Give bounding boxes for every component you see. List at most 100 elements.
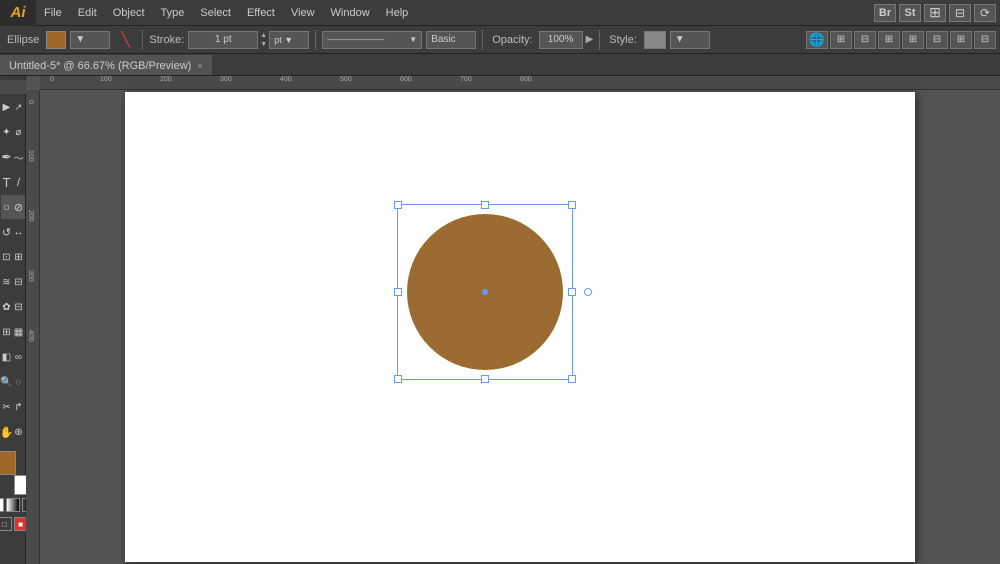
shape-builder-tool[interactable]: ✿	[1, 295, 13, 319]
stroke-label: Stroke:	[149, 34, 184, 46]
handle-middle-right[interactable]	[568, 288, 576, 296]
align-center-h-icon[interactable]: ⊟	[854, 31, 876, 49]
artboard	[125, 92, 915, 562]
main-area: ▶ ↗ ✦ ⌀ ✒ 〜 T / ○ ⊘ ↺ ↔ ⊡	[0, 76, 1000, 564]
zoom-tool[interactable]: ⊕	[13, 420, 25, 444]
stock-icon[interactable]: St	[899, 4, 921, 22]
tool-group-eyedropper: 🔍 ◌	[1, 370, 25, 394]
arrange-icon[interactable]: ⊟	[949, 4, 971, 22]
sep1	[142, 30, 143, 50]
canvas-background	[40, 90, 1000, 564]
document-tab[interactable]: Untitled-5* @ 66.67% (RGB/Preview) ×	[0, 55, 212, 75]
left-toolbar: ▶ ↗ ✦ ⌀ ✒ 〜 T / ○ ⊘ ↺ ↔ ⊡	[0, 76, 26, 564]
handle-bottom-center[interactable]	[481, 375, 489, 383]
type-tool[interactable]: T	[1, 170, 13, 194]
foreground-color-swatch[interactable]	[0, 451, 16, 475]
menu-type[interactable]: Type	[153, 0, 193, 25]
direct-selection-tool[interactable]: ↗	[13, 95, 25, 119]
scale-tool[interactable]: ⊡	[1, 245, 13, 269]
color-mode-color[interactable]	[0, 498, 4, 512]
tool-group-type: T /	[1, 170, 25, 194]
tool-group-warp: ≋ ⊟	[1, 270, 25, 294]
stroke-up[interactable]: ▲	[260, 31, 267, 40]
menu-help[interactable]: Help	[378, 0, 417, 25]
menu-view[interactable]: View	[283, 0, 323, 25]
screen-mode-icon[interactable]: □	[0, 517, 12, 531]
line-tool[interactable]: /	[13, 170, 25, 194]
handle-top-left[interactable]	[394, 201, 402, 209]
magic-wand-tool[interactable]: ✦	[1, 120, 13, 144]
canvas-area: 0 100 200 300 400 500 600 700 800 0 100 …	[26, 76, 1000, 564]
radius-handle[interactable]	[584, 288, 592, 296]
align-middle-icon[interactable]: ⊟	[926, 31, 948, 49]
menu-file[interactable]: File	[36, 0, 70, 25]
tab-close[interactable]: ×	[197, 61, 202, 71]
workspace-icon[interactable]: ⊞	[924, 4, 946, 22]
style-dropdown[interactable]: ▼	[670, 31, 710, 49]
reflect-tool[interactable]: ↔	[13, 220, 25, 244]
distribute-icon[interactable]: ⊟	[974, 31, 996, 49]
menu-window[interactable]: Window	[323, 0, 378, 25]
rotate-tool[interactable]: ↺	[1, 220, 13, 244]
stroke-value[interactable]: 1 pt	[188, 31, 258, 49]
globe-icon[interactable]: 🌐	[806, 31, 828, 49]
opacity-expand[interactable]: ▶	[586, 35, 594, 44]
align-bottom-icon[interactable]: ⊞	[950, 31, 972, 49]
chart-tool[interactable]: ▦	[13, 320, 25, 344]
line-style-selector[interactable]: ———————— ▼	[322, 31, 422, 49]
bridge-icon[interactable]: Br	[874, 4, 896, 22]
tool-group-pen: ✒ 〜	[1, 145, 25, 169]
menu-select[interactable]: Select	[192, 0, 239, 25]
tool-group-hand: ✋ ⊕	[1, 420, 25, 444]
stroke-unit-dropdown[interactable]: pt ▼	[269, 31, 309, 49]
handle-bottom-right[interactable]	[568, 375, 576, 383]
stroke-arrows[interactable]: ▲ ▼	[260, 31, 267, 49]
align-top-icon[interactable]: ⊞	[902, 31, 924, 49]
profile-dropdown[interactable]: Basic	[426, 31, 476, 49]
selection-tool[interactable]: ▶	[1, 95, 13, 119]
hand-tool[interactable]: ✋	[1, 420, 13, 444]
fill-none-icon[interactable]: ╲	[114, 31, 136, 49]
color-mode-gradient[interactable]	[6, 498, 20, 512]
vertical-ruler: 0 100 200 300 400	[26, 90, 40, 564]
perspective-tool[interactable]: ⊟	[13, 295, 25, 319]
width-tool[interactable]: ≋	[1, 270, 13, 294]
tool-group-gradient: ◧ ∞	[1, 345, 25, 369]
eyedropper-tool[interactable]: 🔍	[1, 370, 13, 394]
fill-dropdown[interactable]: ▼	[70, 31, 110, 49]
style-swatch[interactable]	[644, 31, 666, 49]
ellipse-tool[interactable]: ○	[1, 195, 13, 219]
stroke-down[interactable]: ▼	[260, 40, 267, 49]
paint-brush-tool[interactable]: ⊘	[13, 195, 25, 219]
handle-top-right[interactable]	[568, 201, 576, 209]
pen-tool[interactable]: ✒	[1, 145, 13, 169]
puppet-warp-tool[interactable]: ⊞	[13, 245, 25, 269]
eraser-tool[interactable]: ◌	[13, 370, 25, 394]
opacity-value[interactable]: 100%	[539, 31, 583, 49]
rotate-view-tool[interactable]: ↱	[13, 395, 25, 419]
align-right-icon[interactable]: ⊞	[878, 31, 900, 49]
view-mode-icons: □ ■	[0, 517, 28, 531]
mesh-tool[interactable]: ⊞	[1, 320, 13, 344]
menu-edit[interactable]: Edit	[70, 0, 105, 25]
ellipse-object[interactable]	[405, 212, 565, 372]
menu-effect[interactable]: Effect	[239, 0, 283, 25]
sep4	[599, 30, 600, 50]
handle-bottom-left[interactable]	[394, 375, 402, 383]
sync-icon[interactable]: ⟳	[974, 4, 996, 22]
curvature-tool[interactable]: 〜	[13, 145, 25, 169]
stroke-control: 1 pt ▲ ▼ pt ▼	[188, 31, 309, 49]
handle-top-center[interactable]	[481, 201, 489, 209]
gradient-tool[interactable]: ◧	[1, 345, 13, 369]
scissors-tool[interactable]: ✂	[1, 395, 13, 419]
right-icons: 🌐 ⊞ ⊟ ⊞ ⊞ ⊟ ⊞ ⊟	[806, 31, 996, 49]
fill-swatch[interactable]	[46, 31, 66, 49]
opacity-label: Opacity:	[489, 34, 535, 46]
lasso-tool[interactable]: ⌀	[13, 120, 25, 144]
sep2	[315, 30, 316, 50]
free-transform-tool[interactable]: ⊟	[13, 270, 25, 294]
align-left-icon[interactable]: ⊞	[830, 31, 852, 49]
handle-middle-left[interactable]	[394, 288, 402, 296]
blend-tool[interactable]: ∞	[13, 345, 25, 369]
menu-object[interactable]: Object	[105, 0, 153, 25]
